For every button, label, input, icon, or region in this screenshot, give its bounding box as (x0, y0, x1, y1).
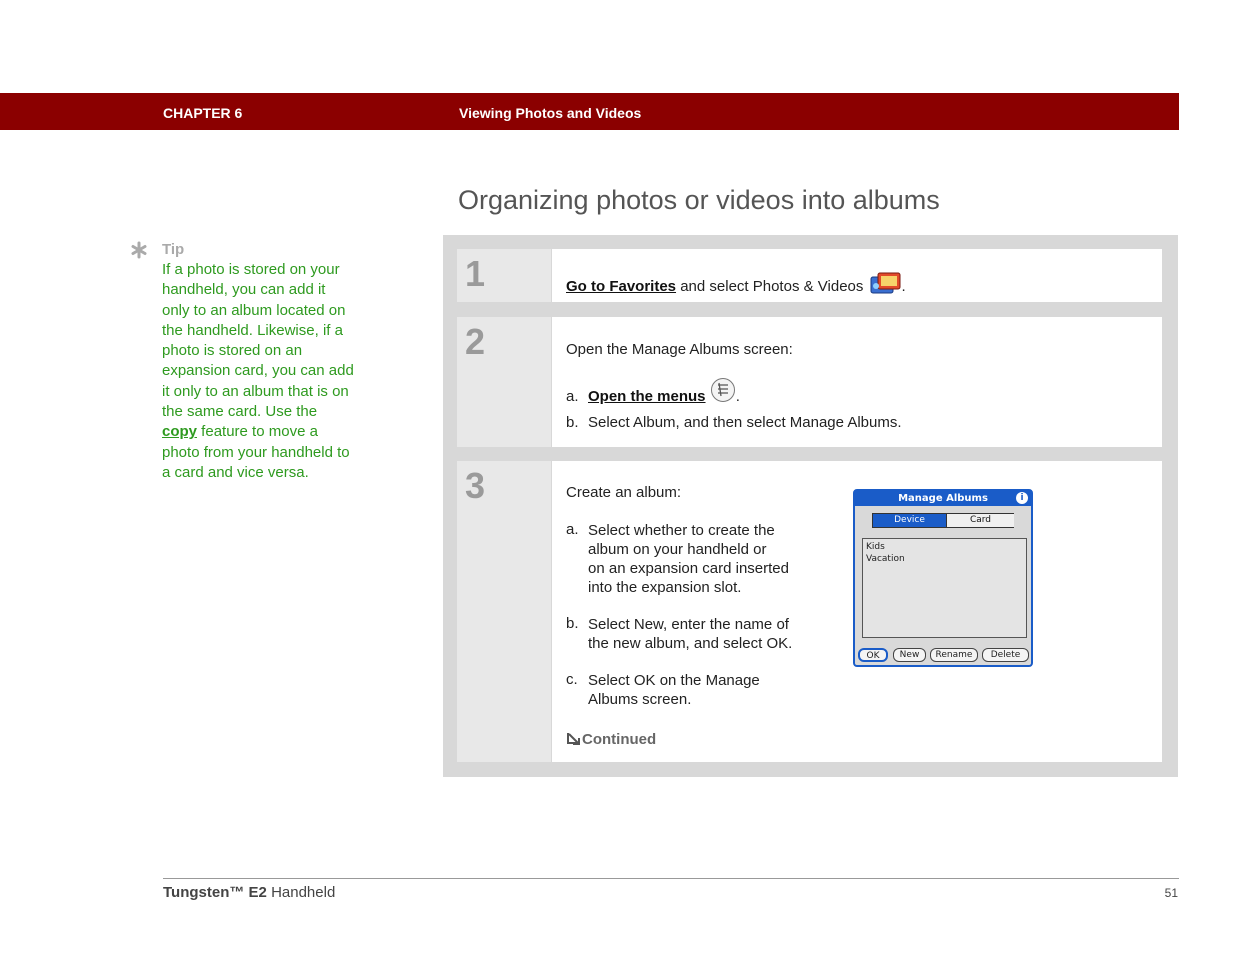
album-list: Kids Vacation (862, 538, 1027, 638)
step-content: Create an album: a. Select whether to cr… (552, 461, 1162, 762)
sub-text-line: Select OK on the Manage (588, 672, 760, 689)
step-2-sub-b: b. Select Album, and then select Manage A… (566, 414, 902, 431)
sub-text: Select New, enter the name of the new al… (588, 615, 792, 653)
step-2-b-text: Select Album, and then select Manage Alb… (588, 414, 902, 431)
sub-letter: b. (566, 414, 579, 431)
step-3: 3 Create an album: a. Select whether to … (457, 461, 1162, 762)
step-number-cell: 2 (457, 317, 551, 447)
sub-text-line: the new album, and select OK. (588, 635, 793, 652)
step-3-intro: Create an album: (566, 484, 682, 501)
step-number: 3 (465, 465, 486, 506)
palm-tabs: Device Card (872, 513, 1014, 528)
step-number-cell: 1 (457, 249, 551, 302)
tip-text-before: If a photo is stored on your handheld, y… (162, 261, 354, 421)
chapter-title: Viewing Photos and Videos (459, 105, 642, 121)
product-suffix: Handheld (266, 884, 336, 901)
album-item: Kids (866, 542, 885, 552)
step-1-line: Go to Favorites and select Photos & Vide… (566, 271, 906, 297)
step-content: Go to Favorites and select Photos & Vide… (552, 249, 1162, 302)
sub-letter: c. (566, 671, 578, 688)
album-item: Vacation (866, 554, 905, 564)
sub-text-line: Albums screen. (588, 691, 692, 708)
sub-text-line: Select whether to create the (588, 522, 775, 539)
chapter-label: CHAPTER 6 (163, 105, 243, 121)
sub-letter: b. (566, 615, 579, 632)
sub-text-line: into the expansion slot. (588, 579, 742, 596)
go-to-favorites-link[interactable]: Go to Favorites (566, 278, 676, 295)
photos-videos-icon (870, 272, 901, 294)
tip-text: If a photo is stored on your handheld, y… (162, 260, 354, 483)
sub-text-line: album on your handheld or (588, 541, 767, 558)
step-content: Open the Manage Albums screen: a. Open th… (552, 317, 1162, 447)
sub-text: Select whether to create the album on yo… (588, 521, 789, 597)
menu-icon (710, 378, 735, 402)
manage-albums-screenshot: Manage Albums i Device Card Kids Vacatio… (853, 489, 1033, 667)
info-icon: i (1016, 492, 1028, 504)
step-1-text: and select Photos & Videos (676, 278, 868, 295)
arrow-continued-icon (567, 733, 580, 745)
palm-rename-button: Rename (930, 648, 978, 662)
step-number-cell: 3 (457, 461, 551, 762)
step-1-end: . (901, 278, 906, 295)
page-title: Organizing photos or videos into albums (458, 185, 940, 215)
product-name: Tungsten™ E2 (163, 884, 267, 901)
page-number: 51 (1164, 886, 1178, 900)
copy-link[interactable]: copy (162, 423, 197, 440)
palm-delete-button: Delete (982, 648, 1029, 662)
continued-label: Continued (582, 731, 657, 748)
footer-product: Tungsten™ E2 Handheld (163, 884, 335, 901)
step-2-intro: Open the Manage Albums screen: (566, 341, 793, 358)
sub-letter: a. (566, 521, 579, 538)
palm-title: Manage Albums (855, 491, 1031, 506)
step-1: 1 Go to Favorites and select Photos & Vi… (457, 249, 1162, 302)
step-number: 2 (465, 321, 486, 362)
palm-ok-button: OK (858, 648, 888, 662)
sub-text-line: Select New, enter the name of (588, 616, 789, 633)
open-the-menus-link[interactable]: Open the menus (588, 388, 706, 405)
sub-text-line: on an expansion card inserted (588, 560, 789, 577)
tab-card: Card (946, 514, 1014, 527)
step-number: 1 (465, 253, 486, 294)
step-2-a-end: . (735, 388, 740, 405)
tip-label: Tip (162, 241, 185, 258)
asterisk-icon (131, 241, 147, 259)
footer-rule (163, 878, 1179, 879)
palm-new-button: New (893, 648, 926, 662)
tab-device: Device (873, 514, 946, 527)
continued-indicator: Continued (566, 731, 656, 748)
sub-text: Select OK on the Manage Albums screen. (588, 671, 760, 709)
step-2-sub-a: a. Open the menus . (566, 377, 740, 405)
step-2: 2 Open the Manage Albums screen: a. Open … (457, 317, 1162, 447)
sub-letter: a. (566, 388, 579, 405)
